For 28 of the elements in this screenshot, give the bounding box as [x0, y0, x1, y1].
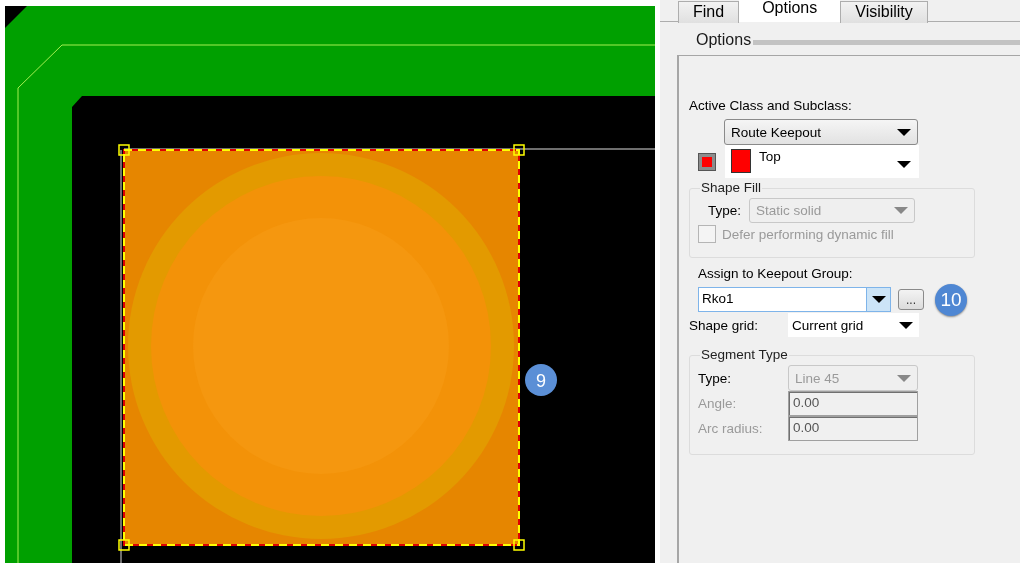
checkbox-label: Defer performing dynamic fill — [722, 226, 894, 242]
shape-grid-dropdown[interactable]: Current grid — [788, 313, 919, 337]
section-title: Options — [696, 31, 752, 49]
dropdown-arrow-icon — [871, 296, 886, 303]
field-label: Arc radius: — [698, 421, 764, 436]
group-title: Segment Type — [700, 347, 789, 362]
dropdown-arrow-icon — [897, 128, 911, 136]
keepout-group-combo[interactable]: Rko1 — [698, 287, 891, 312]
dropdown-arrow-icon — [897, 374, 911, 382]
field-label: Type: — [698, 370, 733, 386]
subclass-dropdown[interactable]: Top — [725, 145, 919, 178]
dropdown-arrow-icon — [894, 207, 909, 214]
step-badge: 10 — [935, 283, 967, 316]
field-label: Assign to Keepout Group: — [698, 266, 854, 281]
browse-button[interactable]: ... — [898, 289, 924, 310]
step-badge: 9 — [525, 364, 557, 396]
class-dropdown[interactable]: Route Keepout — [724, 119, 918, 145]
group-title: Shape Fill — [700, 180, 763, 195]
dropdown-arrow-icon — [897, 161, 911, 168]
tab[interactable]: Visibility — [840, 1, 928, 23]
field-label: Shape grid: — [689, 317, 760, 333]
field-label: Angle: — [698, 396, 738, 411]
field-label: Active Class and Subclass: — [689, 98, 853, 113]
dropdown-arrow-icon — [899, 321, 913, 329]
tab[interactable]: Options — [739, 0, 841, 22]
color-swatch-button[interactable] — [699, 153, 715, 170]
tab[interactable]: Find — [678, 1, 740, 23]
field-label: Type: — [708, 203, 742, 218]
